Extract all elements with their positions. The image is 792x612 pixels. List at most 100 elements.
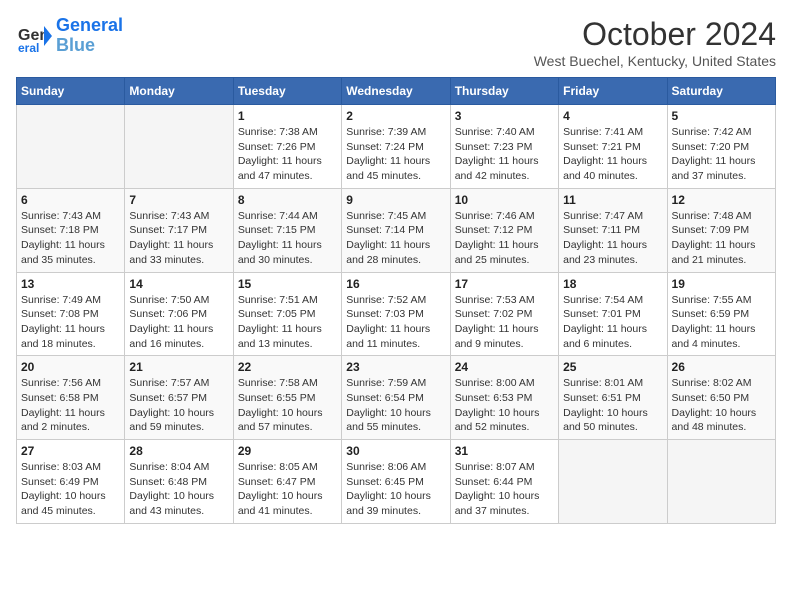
day-info: Sunrise: 8:06 AMSunset: 6:45 PMDaylight:… — [346, 460, 445, 519]
calendar-cell — [559, 440, 667, 524]
day-number: 27 — [21, 444, 120, 458]
calendar-cell: 6Sunrise: 7:43 AMSunset: 7:18 PMDaylight… — [17, 188, 125, 272]
day-info: Sunrise: 7:45 AMSunset: 7:14 PMDaylight:… — [346, 209, 445, 268]
calendar-cell: 16 Sunrise: 7:52 AMSunset: 7:03 PMDayligh… — [342, 272, 450, 356]
calendar-cell: 21 Sunrise: 7:57 AMSunset: 6:57 PMDayligh… — [125, 356, 233, 440]
day-info: Sunrise: 7:55 AMSunset: 6:59 PMDaylight:… — [672, 293, 771, 352]
logo-text: GeneralBlue — [56, 16, 123, 56]
weekday-header: Sunday — [17, 78, 125, 105]
day-info: Sunrise: 7:42 AMSunset: 7:20 PMDaylight:… — [672, 125, 771, 184]
calendar-week-row: 13 Sunrise: 7:49 AMSunset: 7:08 PMDayligh… — [17, 272, 776, 356]
calendar-week-row: 6Sunrise: 7:43 AMSunset: 7:18 PMDaylight… — [17, 188, 776, 272]
day-number: 21 — [129, 360, 228, 374]
day-number: 13 — [21, 277, 120, 291]
day-number: 29 — [238, 444, 337, 458]
weekday-header: Saturday — [667, 78, 775, 105]
day-info: Sunrise: 7:52 AMSunset: 7:03 PMDaylight:… — [346, 293, 445, 352]
day-number: 20 — [21, 360, 120, 374]
day-number: 10 — [455, 193, 554, 207]
day-number: 8 — [238, 193, 337, 207]
day-info: Sunrise: 8:05 AMSunset: 6:47 PMDaylight:… — [238, 460, 337, 519]
day-info: Sunrise: 7:59 AMSunset: 6:54 PMDaylight:… — [346, 376, 445, 435]
calendar-cell: 17 Sunrise: 7:53 AMSunset: 7:02 PMDayligh… — [450, 272, 558, 356]
calendar-cell: 8 Sunrise: 7:44 AMSunset: 7:15 PMDaylight… — [233, 188, 341, 272]
calendar-cell: 11 Sunrise: 7:47 AMSunset: 7:11 PMDayligh… — [559, 188, 667, 272]
calendar-cell: 2 Sunrise: 7:39 AMSunset: 7:24 PMDaylight… — [342, 105, 450, 189]
calendar-cell: 9 Sunrise: 7:45 AMSunset: 7:14 PMDaylight… — [342, 188, 450, 272]
day-number: 12 — [672, 193, 771, 207]
day-info: Sunrise: 7:40 AMSunset: 7:23 PMDaylight:… — [455, 125, 554, 184]
day-info: Sunrise: 7:56 AMSunset: 6:58 PMDaylight:… — [21, 376, 120, 435]
calendar-cell: 12 Sunrise: 7:48 AMSunset: 7:09 PMDayligh… — [667, 188, 775, 272]
day-number: 24 — [455, 360, 554, 374]
calendar-cell: 30 Sunrise: 8:06 AMSunset: 6:45 PMDayligh… — [342, 440, 450, 524]
calendar-cell: 20 Sunrise: 7:56 AMSunset: 6:58 PMDayligh… — [17, 356, 125, 440]
calendar-cell: 10Sunrise: 7:46 AMSunset: 7:12 PMDayligh… — [450, 188, 558, 272]
day-number: 30 — [346, 444, 445, 458]
day-number: 9 — [346, 193, 445, 207]
day-info: Sunrise: 8:04 AMSunset: 6:48 PMDaylight:… — [129, 460, 228, 519]
day-number: 31 — [455, 444, 554, 458]
calendar-cell: 14 Sunrise: 7:50 AMSunset: 7:06 PMDayligh… — [125, 272, 233, 356]
day-info: Sunrise: 7:48 AMSunset: 7:09 PMDaylight:… — [672, 209, 771, 268]
day-number: 19 — [672, 277, 771, 291]
day-info: Sunrise: 8:02 AMSunset: 6:50 PMDaylight:… — [672, 376, 771, 435]
weekday-header: Tuesday — [233, 78, 341, 105]
day-number: 16 — [346, 277, 445, 291]
calendar-cell: 27 Sunrise: 8:03 AMSunset: 6:49 PMDayligh… — [17, 440, 125, 524]
calendar-cell: 13 Sunrise: 7:49 AMSunset: 7:08 PMDayligh… — [17, 272, 125, 356]
day-number: 2 — [346, 109, 445, 123]
day-info: Sunrise: 7:54 AMSunset: 7:01 PMDaylight:… — [563, 293, 662, 352]
day-info: Sunrise: 7:49 AMSunset: 7:08 PMDaylight:… — [21, 293, 120, 352]
day-info: Sunrise: 7:39 AMSunset: 7:24 PMDaylight:… — [346, 125, 445, 184]
day-info: Sunrise: 7:53 AMSunset: 7:02 PMDaylight:… — [455, 293, 554, 352]
day-info: Sunrise: 7:57 AMSunset: 6:57 PMDaylight:… — [129, 376, 228, 435]
calendar-cell: 23 Sunrise: 7:59 AMSunset: 6:54 PMDayligh… — [342, 356, 450, 440]
calendar-body: 1Sunrise: 7:38 AMSunset: 7:26 PMDaylight… — [17, 105, 776, 524]
day-info: Sunrise: 7:50 AMSunset: 7:06 PMDaylight:… — [129, 293, 228, 352]
day-number: 5 — [672, 109, 771, 123]
day-number: 23 — [346, 360, 445, 374]
day-number: 14 — [129, 277, 228, 291]
calendar-week-row: 1Sunrise: 7:38 AMSunset: 7:26 PMDaylight… — [17, 105, 776, 189]
calendar-cell: 18Sunrise: 7:54 AMSunset: 7:01 PMDayligh… — [559, 272, 667, 356]
day-number: 28 — [129, 444, 228, 458]
calendar-cell: 24Sunrise: 8:00 AMSunset: 6:53 PMDayligh… — [450, 356, 558, 440]
day-number: 25 — [563, 360, 662, 374]
day-info: Sunrise: 7:47 AMSunset: 7:11 PMDaylight:… — [563, 209, 662, 268]
calendar-week-row: 27 Sunrise: 8:03 AMSunset: 6:49 PMDayligh… — [17, 440, 776, 524]
day-info: Sunrise: 7:41 AMSunset: 7:21 PMDaylight:… — [563, 125, 662, 184]
day-number: 6 — [21, 193, 120, 207]
calendar-cell: 22Sunrise: 7:58 AMSunset: 6:55 PMDayligh… — [233, 356, 341, 440]
day-info: Sunrise: 7:44 AMSunset: 7:15 PMDaylight:… — [238, 209, 337, 268]
day-number: 1 — [238, 109, 337, 123]
calendar-header: SundayMondayTuesdayWednesdayThursdayFrid… — [17, 78, 776, 105]
day-info: Sunrise: 8:03 AMSunset: 6:49 PMDaylight:… — [21, 460, 120, 519]
page-header: Gen eral GeneralBlue October 2024 West B… — [16, 16, 776, 69]
day-number: 26 — [672, 360, 771, 374]
day-number: 7 — [129, 193, 228, 207]
weekday-header: Thursday — [450, 78, 558, 105]
weekday-header: Monday — [125, 78, 233, 105]
calendar-cell: 26 Sunrise: 8:02 AMSunset: 6:50 PMDayligh… — [667, 356, 775, 440]
calendar-cell: 4 Sunrise: 7:41 AMSunset: 7:21 PMDaylight… — [559, 105, 667, 189]
calendar-cell: 15Sunrise: 7:51 AMSunset: 7:05 PMDayligh… — [233, 272, 341, 356]
day-number: 17 — [455, 277, 554, 291]
day-number: 15 — [238, 277, 337, 291]
day-info: Sunrise: 7:58 AMSunset: 6:55 PMDaylight:… — [238, 376, 337, 435]
calendar-cell — [17, 105, 125, 189]
day-number: 11 — [563, 193, 662, 207]
calendar-cell: 3 Sunrise: 7:40 AMSunset: 7:23 PMDaylight… — [450, 105, 558, 189]
weekday-header: Friday — [559, 78, 667, 105]
month-title: October 2024 — [534, 16, 776, 53]
calendar-cell: 5 Sunrise: 7:42 AMSunset: 7:20 PMDaylight… — [667, 105, 775, 189]
logo: Gen eral GeneralBlue — [16, 16, 123, 56]
weekday-header: Wednesday — [342, 78, 450, 105]
day-number: 4 — [563, 109, 662, 123]
calendar-week-row: 20 Sunrise: 7:56 AMSunset: 6:58 PMDayligh… — [17, 356, 776, 440]
logo-icon: Gen eral — [16, 18, 52, 54]
svg-text:eral: eral — [18, 41, 39, 54]
day-number: 3 — [455, 109, 554, 123]
calendar-table: SundayMondayTuesdayWednesdayThursdayFrid… — [16, 77, 776, 524]
calendar-cell — [125, 105, 233, 189]
